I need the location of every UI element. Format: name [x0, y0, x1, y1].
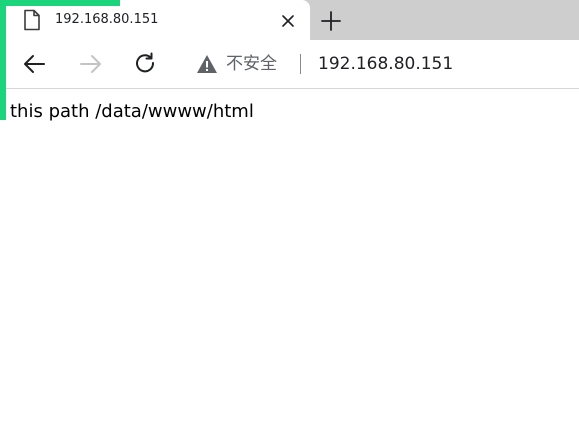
page-body-text: this path /data/wwww/html	[10, 101, 254, 122]
url-text[interactable]: 192.168.80.151	[318, 53, 453, 75]
warning-icon[interactable]	[196, 54, 218, 74]
arrow-right-icon[interactable]	[76, 50, 104, 78]
arrow-left-icon[interactable]	[21, 50, 49, 78]
browser-window: 192.168.80.151 不安全 192.168.80.151 this p…	[0, 0, 579, 437]
page-content: this path /data/wwww/html	[0, 89, 579, 437]
address-divider	[300, 54, 301, 74]
green-accent-left	[0, 0, 6, 120]
green-accent-top	[0, 0, 120, 6]
reload-icon[interactable]	[131, 50, 159, 78]
address-bar[interactable]: 不安全 192.168.80.151	[180, 45, 579, 83]
browser-tab-active[interactable]: 192.168.80.151	[0, 0, 310, 40]
close-icon[interactable]	[277, 10, 299, 32]
navigation-toolbar: 不安全 192.168.80.151	[0, 40, 579, 89]
security-status-label[interactable]: 不安全	[226, 53, 277, 75]
tab-strip: 192.168.80.151	[0, 0, 579, 40]
page-icon	[24, 9, 40, 31]
plus-icon[interactable]	[318, 8, 344, 34]
tab-title: 192.168.80.151	[55, 12, 159, 27]
